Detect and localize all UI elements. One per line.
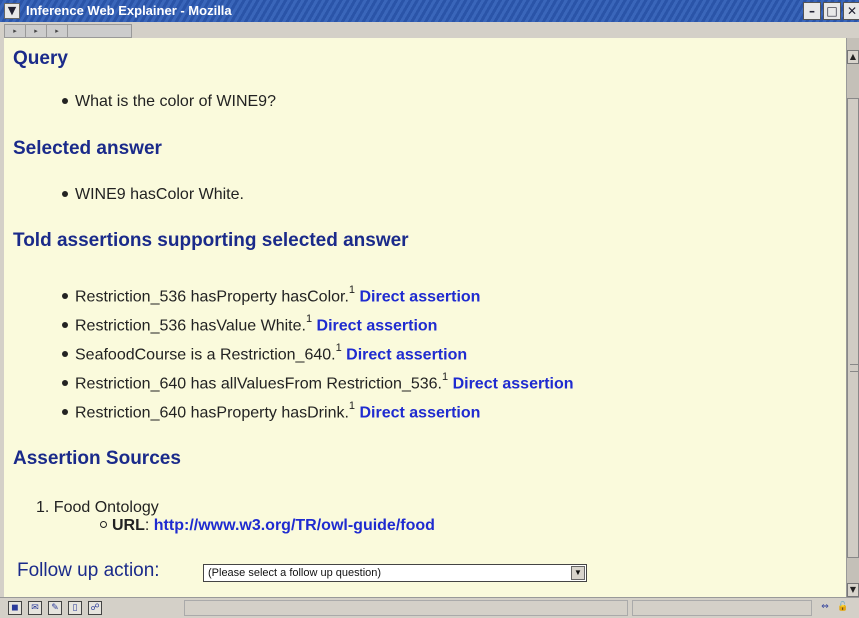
assertion-item: Restriction_640 has allValuesFrom Restri… <box>62 371 574 393</box>
bullet-icon <box>62 380 68 387</box>
assertion-sources-heading: Assertion Sources <box>13 448 181 469</box>
bullet-icon <box>62 293 68 300</box>
source-url-item: URL: http://www.w3.org/TR/owl-guide/food <box>100 517 435 535</box>
assertion-item: Restriction_640 hasProperty hasDrink.1 D… <box>62 400 480 422</box>
bullet-icon <box>62 351 68 358</box>
scroll-down-icon[interactable]: ▼ <box>847 583 859 597</box>
scroll-up-icon[interactable]: ▲ <box>847 50 859 64</box>
query-heading: Query <box>13 48 68 69</box>
vertical-scrollbar[interactable]: ▲ ▼ <box>846 38 859 597</box>
assertion-item: SeafoodCourse is a Restriction_640.1 Dir… <box>62 342 467 364</box>
page-content: Query What is the color of WINE9? Select… <box>4 38 846 597</box>
collapsed-toolbar-strip: ▸ ▸ ▸ <box>4 24 132 38</box>
toolbar-grippy-2[interactable]: ▸ <box>26 25 47 37</box>
selected-answer-item: WINE9 hasColor White. <box>62 186 244 204</box>
progress-field <box>632 600 812 616</box>
told-assertions-heading: Told assertions supporting selected answ… <box>13 230 409 251</box>
mail-icon[interactable]: ✉ <box>28 601 42 615</box>
composer-icon[interactable]: ✎ <box>48 601 62 615</box>
source-url-link[interactable]: http://www.w3.org/TR/owl-guide/food <box>154 517 435 534</box>
title-bar[interactable]: ▼ Inference Web Explainer - Mozilla – □ … <box>0 0 859 22</box>
status-text <box>184 600 628 616</box>
chevron-down-icon[interactable]: ▼ <box>571 566 585 580</box>
window-menu-icon[interactable]: ▼ <box>4 3 20 19</box>
maximize-button[interactable]: □ <box>823 2 841 20</box>
bullet-icon <box>62 322 68 329</box>
lock-icon[interactable]: 🔓 <box>836 601 850 615</box>
assertion-item: Restriction_536 hasValue White.1 Direct … <box>62 313 438 335</box>
follow-up-label: Follow up action: <box>17 560 160 581</box>
minimize-button[interactable]: – <box>803 2 821 20</box>
direct-assertion-link[interactable]: Direct assertion <box>317 317 438 334</box>
toolbar-grippy-1[interactable]: ▸ <box>5 25 26 37</box>
follow-up-select[interactable]: (Please select a follow up question) ▼ <box>203 564 587 582</box>
direct-assertion-link[interactable]: Direct assertion <box>360 288 481 305</box>
bullet-icon <box>62 191 68 197</box>
window-title: Inference Web Explainer - Mozilla <box>26 3 232 18</box>
browser-window: ▼ Inference Web Explainer - Mozilla – □ … <box>0 0 859 618</box>
bullet-icon <box>62 409 68 416</box>
query-item: What is the color of WINE9? <box>62 93 276 111</box>
direct-assertion-link[interactable]: Direct assertion <box>359 404 480 421</box>
online-status-icon[interactable]: ⇔ <box>818 601 832 615</box>
source-list-item: 1. Food Ontology <box>36 499 159 516</box>
direct-assertion-link[interactable]: Direct assertion <box>346 346 467 363</box>
chatzilla-icon[interactable]: ☍ <box>88 601 102 615</box>
selected-answer-heading: Selected answer <box>13 138 162 159</box>
address-book-icon[interactable]: ▯ <box>68 601 82 615</box>
navigator-icon[interactable]: ◼ <box>8 601 22 615</box>
status-bar: ◼ ✉ ✎ ▯ ☍ ⇔ 🔓 <box>0 597 859 618</box>
assertion-item: Restriction_536 hasProperty hasColor.1 D… <box>62 284 481 306</box>
circle-bullet-icon <box>100 521 107 528</box>
close-button[interactable]: ✕ <box>843 2 859 20</box>
bullet-icon <box>62 98 68 104</box>
direct-assertion-link[interactable]: Direct assertion <box>453 375 574 392</box>
scrollbar-thumb[interactable] <box>847 98 859 558</box>
toolbar-grippy-3[interactable]: ▸ <box>47 25 68 37</box>
